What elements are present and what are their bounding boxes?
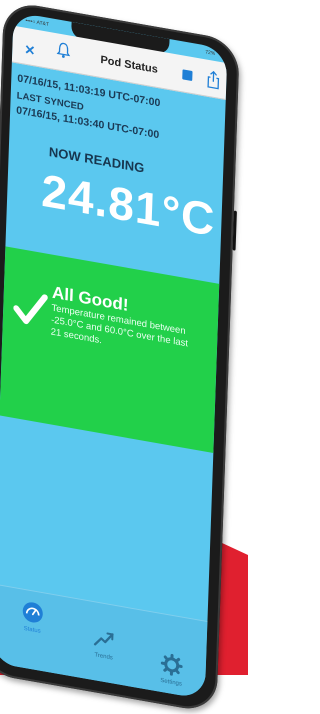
gear-icon [160,652,183,678]
share-icon[interactable] [206,70,221,90]
tab-bar: Status Trends [0,584,207,700]
status-content: 07/16/15, 11:03:19 UTC-07:00 LAST SYNCED… [0,61,226,699]
last-synced-time: 07/16/15, 11:03:40 UTC-07:00 [16,104,159,141]
checkmark-icon [13,288,48,330]
temperature-value: 24.81°C [41,163,217,247]
power-button [233,210,237,250]
page-title: Pod Status [100,54,158,76]
tab-status[interactable]: Status [12,598,53,637]
phone-body: ••••○ AT&T 72% ✕ Pod Status 07/16/15, 11… [0,0,240,714]
bell-icon[interactable] [56,41,71,59]
phone-mockup: ••••○ AT&T 72% ✕ Pod Status 07/16/15, 11… [0,0,248,675]
tab-trends-label: Trends [94,652,113,661]
app-screen: ••••○ AT&T 72% ✕ Pod Status 07/16/15, 11… [0,12,228,700]
trend-icon [93,626,116,652]
close-icon[interactable]: ✕ [24,42,35,60]
gauge-icon [21,600,44,626]
tab-settings-label: Settings [160,678,182,688]
tab-trends[interactable]: Trends [84,625,125,664]
stop-icon[interactable] [182,69,192,81]
tab-status-label: Status [24,626,41,635]
tab-settings[interactable]: Settings [151,650,192,689]
status-banner: All Good! Temperature remained between -… [0,246,219,453]
